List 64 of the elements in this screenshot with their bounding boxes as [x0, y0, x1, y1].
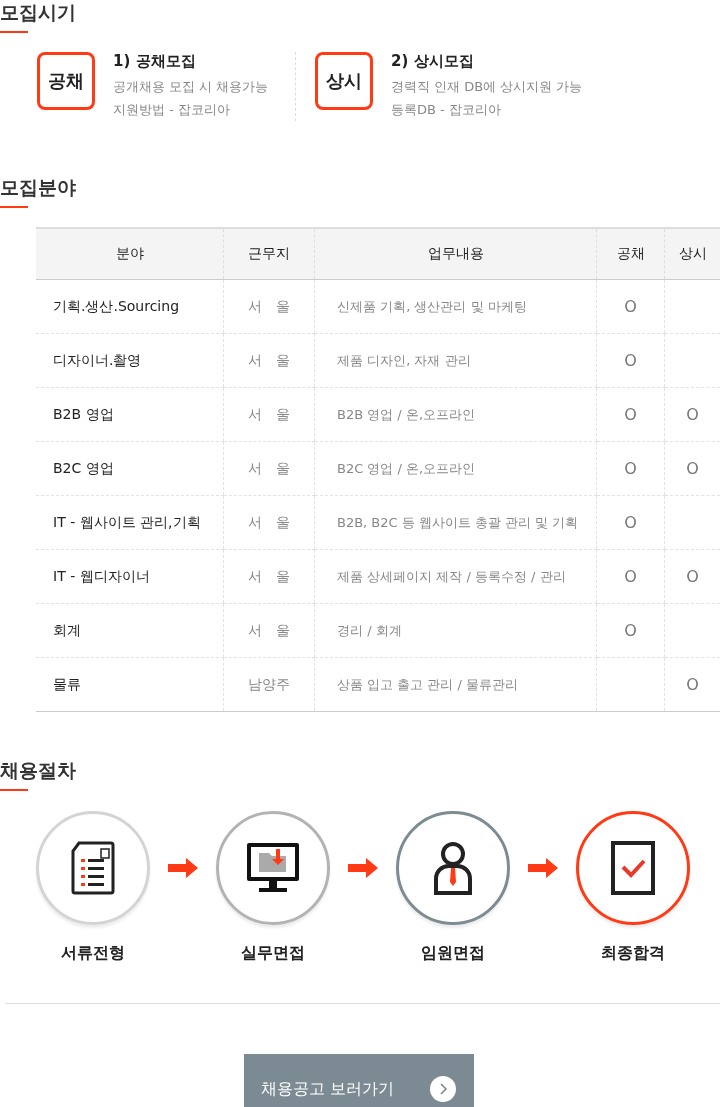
type-description: 공개채용 모집 시 채용가능	[113, 78, 269, 96]
type-description: 등록DB - 잡코리아	[391, 101, 502, 119]
monitor-icon	[245, 841, 301, 895]
table-cell: IT - 웹디자이너	[36, 549, 224, 604]
table-cell: 물류	[36, 657, 224, 712]
table-cell: 제품 상세페이지 제작 / 등록수정 / 관리	[314, 549, 597, 604]
mark: O	[624, 459, 637, 478]
table-cell: B2C 영업 / 온,오프라인	[314, 441, 597, 496]
table-cell: 서 울	[223, 387, 315, 442]
step-label: 서류전형	[61, 943, 125, 964]
arrow-icon	[168, 858, 198, 878]
column-header: 공채	[596, 228, 665, 280]
table-cell: B2B, B2C 등 웹사이트 총괄 관리 및 기획	[314, 495, 597, 550]
document-icon	[71, 841, 115, 895]
type-description: 경력직 인재 DB에 상시지원 가능	[391, 78, 583, 96]
type-description: 지원방법 - 잡코리아	[113, 101, 231, 119]
mark: O	[686, 459, 699, 478]
mark: O	[624, 297, 637, 316]
mark: O	[686, 675, 699, 694]
type-title: 2) 상시모집	[391, 52, 475, 71]
mark: O	[686, 567, 699, 586]
column-header: 근무지	[223, 228, 315, 280]
mark: O	[624, 567, 637, 586]
person-icon	[433, 841, 473, 895]
table-cell: 서 울	[223, 333, 315, 388]
mark: O	[624, 405, 637, 424]
table-cell: 경리 / 회계	[314, 603, 597, 658]
step-label: 실무면접	[241, 943, 305, 964]
section-title: 모집분야	[0, 175, 77, 199]
mark: O	[624, 351, 637, 370]
table-cell: B2B 영업	[36, 387, 224, 442]
table-cell: 남양주	[223, 657, 315, 712]
table-cell: IT - 웹사이트 관리,기획	[36, 495, 224, 550]
table-cell: 서 울	[223, 549, 315, 604]
table-cell: 서 울	[223, 441, 315, 496]
table-cell: 상품 입고 출고 관리 / 물류관리	[314, 657, 597, 712]
mark: O	[624, 621, 637, 640]
table-cell: 회계	[36, 603, 224, 658]
view-posting-button[interactable]: 채용공고 보러가기	[244, 1054, 474, 1107]
column-header: 분야	[36, 228, 224, 280]
column-header: 업무내용	[314, 228, 597, 280]
table-cell: 서 울	[223, 495, 315, 550]
badge: 상시	[315, 52, 373, 110]
checklist-icon	[611, 841, 655, 895]
arrow-icon	[528, 858, 558, 878]
chevron-icon	[430, 1076, 456, 1102]
section-title: 모집시기	[0, 0, 77, 24]
table-cell: 디자이너.촬영	[36, 333, 224, 388]
table-cell: 서 울	[223, 603, 315, 658]
step-label: 최종합격	[601, 943, 665, 964]
arrow-icon	[348, 858, 378, 878]
table-cell: B2C 영업	[36, 441, 224, 496]
type-title: 1) 공채모집	[113, 52, 197, 71]
table-cell: B2B 영업 / 온,오프라인	[314, 387, 597, 442]
table-cell: 서 울	[223, 279, 315, 334]
step-label: 임원면접	[421, 943, 485, 964]
column-header: 상시	[664, 228, 720, 280]
section-title: 채용절차	[0, 758, 77, 782]
table-cell: 기획.생산.Sourcing	[36, 279, 224, 334]
table-cell: 제품 디자인, 자재 관리	[314, 333, 597, 388]
badge: 공채	[37, 52, 95, 110]
mark: O	[624, 513, 637, 532]
mark: O	[686, 405, 699, 424]
table-cell: 신제품 기획, 생산관리 및 마케팅	[314, 279, 597, 334]
